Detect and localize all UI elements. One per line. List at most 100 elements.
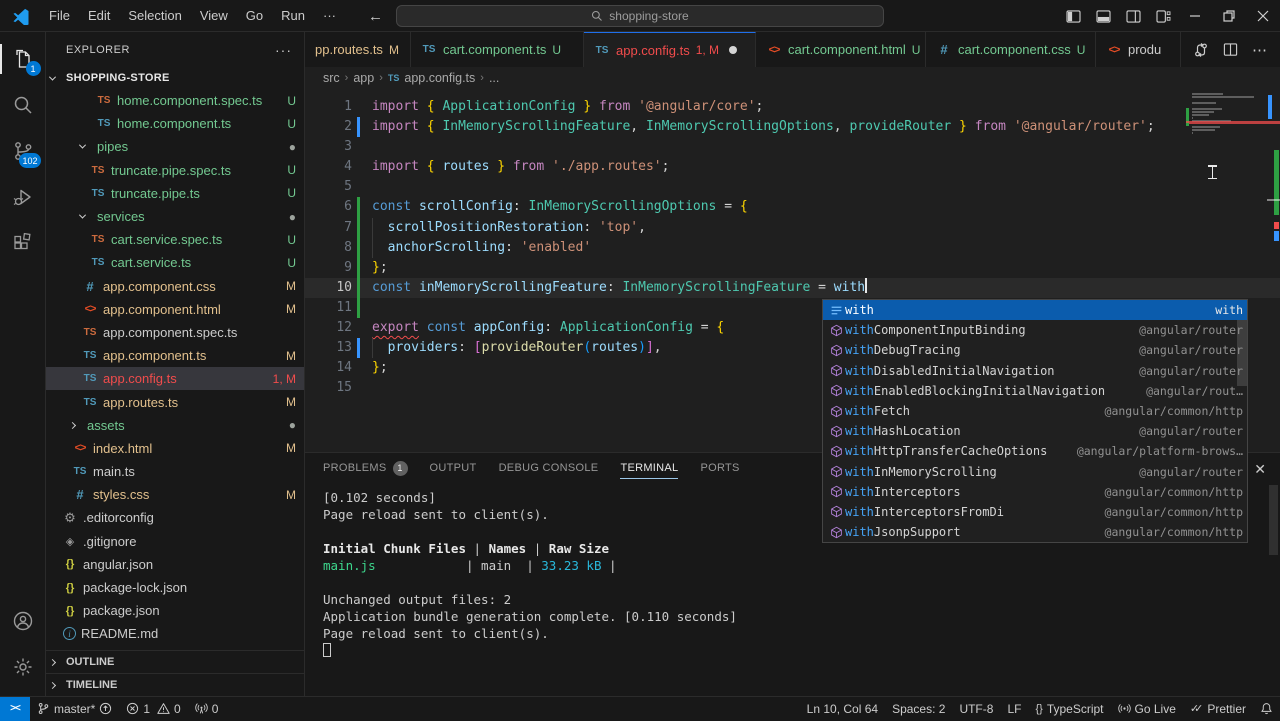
toggle-secondary-sidebar-icon[interactable] (1118, 0, 1148, 32)
menu-item-go[interactable]: Go (237, 5, 272, 26)
close-window-button[interactable] (1246, 0, 1280, 32)
problems-status[interactable]: 1 0 (119, 697, 187, 721)
menu-item-run[interactable]: Run (272, 5, 314, 26)
account-button[interactable] (0, 598, 46, 644)
unsaved-dot-icon[interactable] (729, 46, 737, 54)
status-typescript[interactable]: {}TypeScript (1028, 697, 1110, 721)
tree-item-cart-service-ts[interactable]: TScart.service.tsU (46, 251, 304, 274)
code-line-9[interactable]: 9}; (305, 258, 1280, 278)
tab-produ[interactable]: <>produ (1096, 32, 1181, 67)
tree-item-app-routes-ts[interactable]: TSapp.routes.tsM (46, 390, 304, 413)
status-utf-8[interactable]: UTF-8 (952, 697, 1000, 721)
status-prettier[interactable]: ✓✓Prettier (1183, 697, 1253, 721)
tree-item-main-ts[interactable]: TSmain.ts (46, 460, 304, 483)
menu-item-file[interactable]: File (40, 5, 79, 26)
open-changes-icon[interactable] (1193, 42, 1209, 58)
suggest-item-withEnabledBlockingInitialNavigation[interactable]: withEnabledBlockingInitialNavigation@ang… (823, 381, 1247, 401)
timeline-section[interactable]: TIMELINE (46, 673, 304, 696)
ports-status[interactable]: 0 (188, 697, 226, 721)
code-line-6[interactable]: 6const scrollConfig: InMemoryScrollingOp… (305, 197, 1280, 217)
tree-item-truncate-pipe-ts[interactable]: TStruncate.pipe.tsU (46, 182, 304, 205)
minimap[interactable] (1186, 93, 1266, 138)
tree-item-app-component-ts[interactable]: TSapp.component.tsM (46, 344, 304, 367)
code-line-8[interactable]: 8 anchorScrolling: 'enabled' (305, 238, 1280, 258)
menu-item-edit[interactable]: Edit (79, 5, 119, 26)
status-bell[interactable] (1253, 697, 1280, 721)
tree-item-index-html[interactable]: <>index.htmlM (46, 437, 304, 460)
code-line-5[interactable]: 5 (305, 177, 1280, 197)
suggest-item-withInMemoryScrolling[interactable]: withInMemoryScrolling@angular/router (823, 462, 1247, 482)
tree-item-package-lock-json[interactable]: {}package-lock.json (46, 576, 304, 599)
breadcrumb-symbol[interactable]: ... (489, 71, 499, 85)
suggest-item-withHttpTransferCacheOptions[interactable]: withHttpTransferCacheOptions@angular/pla… (823, 441, 1247, 461)
code-line-1[interactable]: 1import { ApplicationConfig } from '@ang… (305, 97, 1280, 117)
settings-button[interactable] (0, 644, 46, 690)
activity-search-button[interactable] (0, 82, 46, 128)
tree-item-angular-json[interactable]: {}angular.json (46, 553, 304, 576)
code-line-4[interactable]: 4import { routes } from './app.routes'; (305, 157, 1280, 177)
tree-item-styles-css[interactable]: #styles.cssM (46, 483, 304, 506)
code-line-10[interactable]: 10const inMemoryScrollingFeature: InMemo… (305, 278, 1280, 298)
tree-item-assets[interactable]: assets● (46, 414, 304, 437)
panel-tab-ports[interactable]: PORTS (700, 453, 739, 483)
tab-pp-routes-ts[interactable]: pp.routes.tsM (305, 32, 411, 67)
branch-status[interactable]: master* (30, 697, 119, 721)
customize-layout-icon[interactable] (1148, 0, 1178, 32)
toggle-panel-icon[interactable] (1088, 0, 1118, 32)
explorer-more-button[interactable]: ··· (275, 42, 292, 58)
suggest-item-withComponentInputBinding[interactable]: withComponentInputBinding@angular/router (823, 320, 1247, 340)
code-line-7[interactable]: 7 scrollPositionRestoration: 'top', (305, 218, 1280, 238)
tree-item-app-component-css[interactable]: #app.component.cssM (46, 275, 304, 298)
breadcrumb-file[interactable]: app.config.ts (404, 71, 475, 85)
suggest-item-withDisabledInitialNavigation[interactable]: withDisabledInitialNavigation@angular/ro… (823, 361, 1247, 381)
suggest-item-withJsonpSupport[interactable]: withJsonpSupport@angular/common/http (823, 522, 1247, 542)
panel-close-icon[interactable]: ✕ (1254, 461, 1266, 478)
menu-more-button[interactable]: ··· (314, 5, 345, 26)
activity-explorer-button[interactable]: 1 (0, 36, 46, 82)
project-root-row[interactable]: SHOPPING-STORE (46, 67, 304, 89)
suggest-item-with[interactable]: withwith (823, 300, 1247, 320)
tree-item-package-json[interactable]: {}package.json (46, 599, 304, 622)
tree-item-app-component-spec-ts[interactable]: TSapp.component.spec.ts (46, 321, 304, 344)
panel-tab-debug-console[interactable]: DEBUG CONSOLE (499, 453, 599, 483)
suggest-item-withInterceptorsFromDi[interactable]: withInterceptorsFromDi@angular/common/ht… (823, 502, 1247, 522)
tree-item-app-component-html[interactable]: <>app.component.htmlM (46, 298, 304, 321)
split-editor-icon[interactable] (1223, 42, 1238, 57)
suggest-item-withInterceptors[interactable]: withInterceptors@angular/common/http (823, 482, 1247, 502)
minimize-button[interactable] (1178, 0, 1212, 32)
suggest-item-withHashLocation[interactable]: withHashLocation@angular/router (823, 421, 1247, 441)
tab-cart-component-ts[interactable]: TScart.component.tsU (411, 32, 584, 67)
activity-source-control-button[interactable]: 102 (0, 128, 46, 174)
remote-indicator[interactable]: >< (0, 697, 30, 721)
status-ln-10-col-64[interactable]: Ln 10, Col 64 (800, 697, 885, 721)
tree-item-cart-service-spec-ts[interactable]: TScart.service.spec.tsU (46, 228, 304, 251)
menu-item-view[interactable]: View (191, 5, 237, 26)
breadcrumb-app[interactable]: app (353, 71, 374, 85)
tree-item--editorconfig[interactable]: ⚙.editorconfig (46, 506, 304, 529)
status-lf[interactable]: LF (1000, 697, 1028, 721)
editor-more-actions-icon[interactable]: ⋯ (1252, 41, 1268, 59)
tree-item-pipes[interactable]: pipes● (46, 135, 304, 158)
tree-item-truncate-pipe-spec-ts[interactable]: TStruncate.pipe.spec.tsU (46, 159, 304, 182)
suggest-item-withFetch[interactable]: withFetch@angular/common/http (823, 401, 1247, 421)
tree-item-home-component-ts[interactable]: TShome.component.tsU (46, 112, 304, 135)
suggest-item-withDebugTracing[interactable]: withDebugTracing@angular/router (823, 340, 1247, 360)
history-back-button[interactable]: ← (368, 8, 383, 25)
code-line-3[interactable]: 3 (305, 137, 1280, 157)
panel-tab-problems[interactable]: PROBLEMS1 (323, 453, 408, 483)
tab-cart-component-css[interactable]: #cart.component.cssU (926, 32, 1096, 67)
activity-extensions-button[interactable] (0, 220, 46, 266)
breadcrumb-src[interactable]: src (323, 71, 340, 85)
status-spaces-2[interactable]: Spaces: 2 (885, 697, 952, 721)
maximize-button[interactable] (1212, 0, 1246, 32)
activity-run-debug-button[interactable] (0, 174, 46, 220)
panel-scrollbar[interactable] (1269, 485, 1278, 555)
outline-section[interactable]: OUTLINE (46, 650, 304, 673)
tree-item-app-config-ts[interactable]: TSapp.config.ts1, M (46, 367, 304, 390)
panel-tab-output[interactable]: OUTPUT (430, 453, 477, 483)
tab-app-config-ts[interactable]: TSapp.config.ts1, M (584, 32, 756, 67)
panel-tab-terminal[interactable]: TERMINAL (620, 453, 678, 483)
menu-item-selection[interactable]: Selection (119, 5, 190, 26)
status-go-live[interactable]: Go Live (1111, 697, 1183, 721)
toggle-sidebar-icon[interactable] (1058, 0, 1088, 32)
